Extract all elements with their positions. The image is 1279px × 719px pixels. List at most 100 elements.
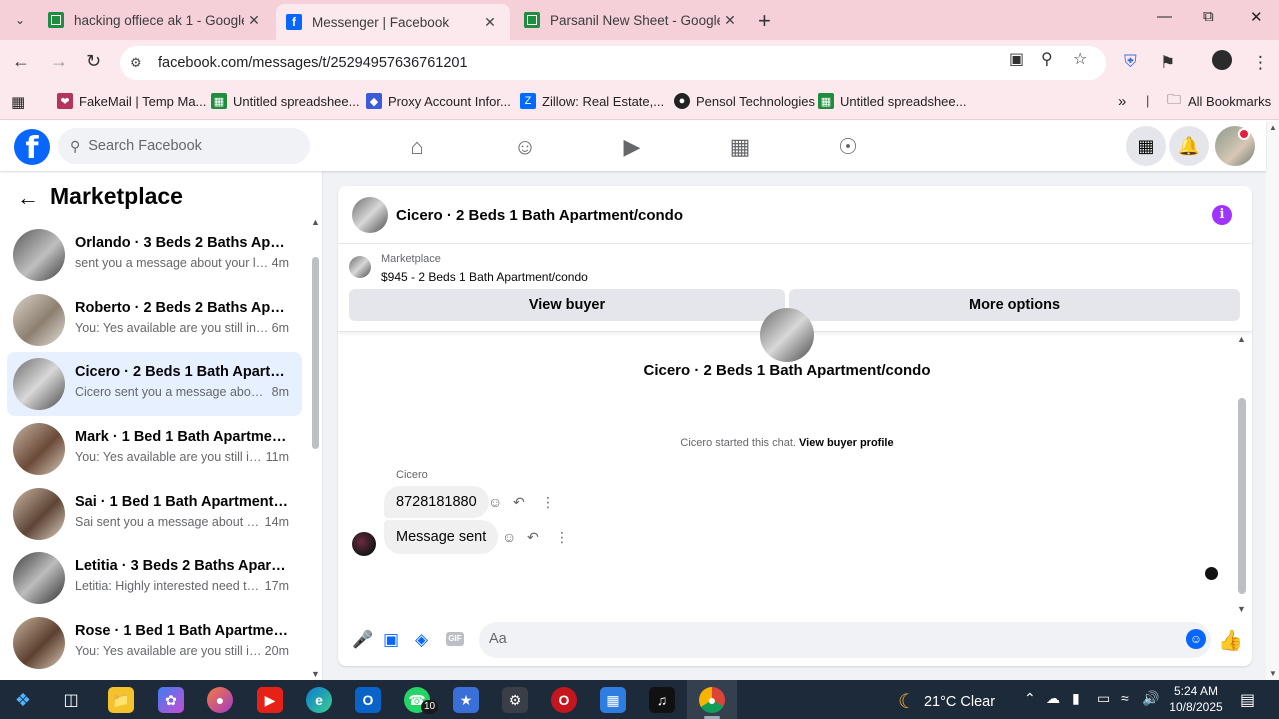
thumbs-up-icon[interactable]: 👍 — [1218, 628, 1243, 653]
scroll-down-arrow-icon[interactable]: ▼ — [1237, 604, 1246, 614]
chat-title[interactable]: Cicero · 2 Beds 1 Bath Apartment/condo — [396, 207, 683, 224]
microsoft-store-icon[interactable]: ▦ — [600, 687, 626, 713]
restore-icon[interactable]: ⧉ — [1203, 8, 1214, 25]
tiktok-icon[interactable]: ♫ — [649, 687, 675, 713]
conversation-item[interactable]: Rose · 1 Bed 1 Bath Apartment/c... You: … — [7, 611, 302, 675]
bookmark-item[interactable]: ▦ Untitled spreadshee... — [818, 93, 966, 109]
zoom-icon[interactable]: ⚲ — [1041, 49, 1053, 69]
tab-search-chevron-icon[interactable]: ⌄ — [8, 8, 32, 32]
scrollbar-thumb[interactable] — [312, 257, 319, 449]
message-input-box[interactable]: ☺ — [479, 622, 1211, 658]
message-bubble[interactable]: 8728181880 — [384, 486, 489, 518]
minimize-icon[interactable]: — — [1157, 8, 1172, 25]
scroll-up-arrow-icon[interactable]: ▲ — [1269, 123, 1277, 132]
extensions-puzzle-icon[interactable]: ⚑ — [1160, 53, 1175, 73]
install-app-icon[interactable]: ▣ — [1009, 49, 1024, 69]
menu-grid-icon[interactable]: ▦ — [1126, 126, 1166, 166]
profile-avatar[interactable] — [1212, 50, 1232, 70]
home-icon[interactable]: ⌂ — [405, 134, 429, 160]
photo-icon[interactable]: ▣ — [383, 630, 399, 650]
shield-extension-icon[interactable]: ⛨ — [1124, 52, 1137, 72]
message-input[interactable] — [489, 631, 1169, 647]
sidebar-scrollbar[interactable]: ▲ ▼ — [310, 211, 320, 679]
forward-arrow-icon[interactable]: → — [50, 51, 68, 72]
video-icon[interactable]: ▶ — [620, 134, 644, 160]
close-tab-icon[interactable]: ✕ — [480, 14, 500, 31]
scroll-up-arrow-icon[interactable]: ▲ — [311, 217, 320, 227]
battery-icon[interactable]: ▮ — [1072, 690, 1080, 707]
all-bookmarks-button[interactable]: 🗀 All Bookmarks — [1166, 91, 1271, 109]
close-window-icon[interactable]: ✕ — [1250, 8, 1263, 26]
close-tab-icon[interactable]: ✕ — [720, 12, 740, 29]
view-buyer-profile-link[interactable]: View buyer profile — [799, 437, 894, 449]
reply-icon[interactable]: ↶ — [513, 494, 525, 511]
menu-kebab-icon[interactable]: ⋮ — [1252, 53, 1269, 73]
more-kebab-icon[interactable]: ⋮ — [555, 529, 569, 546]
conversation-item[interactable]: Roberto · 2 Beds 2 Baths Apart... You: Y… — [7, 288, 302, 352]
edge-icon[interactable]: e — [306, 687, 332, 713]
more-kebab-icon[interactable]: ⋮ — [541, 494, 555, 511]
close-tab-icon[interactable]: ✕ — [244, 12, 264, 29]
file-explorer-icon[interactable]: 📁 — [108, 687, 134, 713]
conversation-item[interactable]: Orlando · 3 Beds 2 Baths Apart... sent y… — [7, 223, 302, 287]
bookmark-item[interactable]: Z Zillow: Real Estate,... — [520, 93, 664, 109]
back-arrow-icon[interactable]: ← — [17, 185, 39, 211]
bookmark-item[interactable]: ▦ Untitled spreadshee... — [211, 93, 359, 109]
conversation-item[interactable]: Letitia · 3 Beds 2 Baths Apartme... Leti… — [7, 546, 302, 610]
scroll-down-arrow-icon[interactable]: ▼ — [1269, 669, 1277, 678]
scroll-up-arrow-icon[interactable]: ▲ — [1237, 334, 1246, 344]
new-tab-plus-icon[interactable]: + — [758, 8, 771, 34]
microphone-icon[interactable]: 🎤 — [352, 630, 373, 650]
conversation-item[interactable]: Sai · 1 Bed 1 Bath Apartment/co... Sai s… — [7, 482, 302, 546]
onedrive-cloud-icon[interactable]: ☁ — [1046, 690, 1060, 707]
browser-tab-active[interactable]: f Messenger | Facebook ✕ — [276, 4, 510, 40]
address-bar[interactable]: ⚙ facebook.com/messages/t/25294957636761… — [120, 46, 1106, 80]
gif-icon[interactable]: GIF — [446, 632, 464, 646]
listing-price[interactable]: $945 - 2 Beds 1 Bath Apartment/condo — [381, 270, 588, 284]
chevron-up-icon[interactable]: ⌃ — [1024, 690, 1036, 707]
groups-icon[interactable]: ☉ — [836, 134, 860, 160]
reload-icon[interactable]: ↻ — [86, 51, 101, 72]
clock[interactable]: 5:24 AM 10/8/2025 — [1163, 683, 1229, 715]
reply-icon[interactable]: ↶ — [527, 529, 539, 546]
avatar[interactable] — [352, 197, 388, 233]
chat-scrollbar[interactable]: ▲ ▼ — [1234, 332, 1248, 614]
notifications-bell-icon[interactable]: 🔔 — [1169, 126, 1209, 166]
scrollbar-thumb[interactable] — [1238, 398, 1246, 594]
bookmark-star-icon[interactable]: ☆ — [1073, 49, 1087, 69]
device-icon[interactable]: ▭ — [1097, 690, 1110, 707]
wifi-icon[interactable]: ≈ — [1121, 690, 1129, 706]
info-icon[interactable]: i — [1212, 205, 1232, 225]
weather-widget[interactable]: ☾ 21°C Clear — [898, 689, 995, 714]
scroll-down-arrow-icon[interactable]: ▼ — [311, 669, 320, 679]
search-input[interactable] — [88, 138, 289, 154]
volume-icon[interactable]: 🔊 — [1142, 690, 1159, 707]
bookmark-item[interactable]: ❤ FakeMail | Temp Ma... — [57, 93, 206, 109]
site-info-icon[interactable]: ⚙ — [130, 55, 148, 71]
windows-start-icon[interactable]: ❖ — [10, 687, 36, 713]
react-emoji-icon[interactable]: ☺ — [502, 529, 516, 545]
opera-icon[interactable]: O — [551, 687, 577, 713]
sticker-icon[interactable]: ◈ — [415, 630, 428, 650]
medal-app-icon[interactable]: ★ — [453, 687, 479, 713]
browser-tab[interactable]: Parsanil New Sheet - Google Sh ✕ — [514, 0, 750, 40]
youtube-icon[interactable]: ▶ — [257, 687, 283, 713]
browser-tab[interactable]: hacking offiece ak 1 - Google Sh ✕ — [38, 0, 274, 40]
more-bookmarks-chevron-icon[interactable]: » — [1118, 93, 1126, 110]
conversation-item-selected[interactable]: Cicero · 2 Beds 1 Bath Apartmen... Cicer… — [7, 352, 302, 416]
app-icon[interactable]: ● — [207, 687, 233, 713]
marketplace-icon[interactable]: ▦ — [728, 134, 752, 160]
bookmark-item[interactable]: ● Pensol Technologies — [674, 93, 815, 109]
outlook-icon[interactable]: O — [355, 687, 381, 713]
facebook-logo[interactable]: f — [14, 129, 50, 166]
listing-thumbnail[interactable] — [349, 256, 371, 278]
more-options-button[interactable]: More options — [789, 289, 1240, 321]
settings-gear-icon[interactable]: ⚙ — [502, 687, 528, 713]
task-view-icon[interactable]: ◫ — [58, 687, 84, 713]
chrome-icon[interactable]: ● — [699, 687, 725, 713]
view-buyer-button[interactable]: View buyer — [349, 289, 785, 321]
page-scrollbar[interactable]: ▲ ▼ — [1266, 121, 1279, 680]
back-arrow-icon[interactable]: ← — [12, 51, 30, 72]
copilot-icon[interactable]: ✿ — [158, 687, 184, 713]
conversation-item[interactable]: Mark · 1 Bed 1 Bath Apartment/... You: Y… — [7, 417, 302, 481]
